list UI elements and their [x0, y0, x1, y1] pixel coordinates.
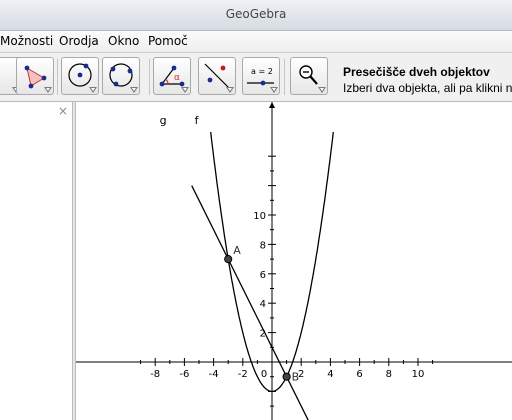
- menu-window[interactable]: Okno: [108, 34, 139, 48]
- x-tick-label: -4: [209, 369, 219, 380]
- function-g-line: [191, 185, 309, 420]
- x-tick-label: -8: [150, 369, 160, 380]
- chevron-down-icon: [130, 87, 138, 93]
- y-tick-label: 6: [260, 270, 266, 281]
- menu-tools[interactable]: Orodja: [59, 34, 99, 48]
- graphics-canvas[interactable]: -8 -6 -4 -2 0 2 4 6 8 10108642 gf AB: [76, 102, 512, 420]
- label-f: f: [195, 114, 200, 127]
- chevron-down-icon: [270, 87, 278, 93]
- y-tick-label: 10: [253, 211, 266, 222]
- x-tick-label: 6: [356, 369, 362, 380]
- x-tick-label: 8: [386, 369, 392, 380]
- zoom-out-tool-button[interactable]: [290, 57, 328, 95]
- polygon-tool-button[interactable]: [16, 57, 54, 95]
- algebra-view: [0, 102, 72, 420]
- chevron-down-icon: [89, 87, 97, 93]
- angle-tool-button[interactable]: α: [153, 57, 191, 95]
- angle-label: α: [174, 73, 180, 83]
- menu-bar: Možnosti Orodja Okno Pomoč: [0, 31, 512, 53]
- toolbar-separator: [57, 59, 58, 95]
- x-tick-label: 0: [261, 369, 267, 380]
- toolbar-separator: [149, 59, 150, 95]
- chevron-down-icon: [226, 87, 234, 93]
- title-bar: GeoGebra: [0, 0, 512, 31]
- reflect-line-tool-button[interactable]: [198, 57, 236, 95]
- chevron-down-icon: [318, 87, 326, 93]
- window-title: GeoGebra: [225, 7, 287, 21]
- points: AB: [224, 244, 300, 384]
- close-icon[interactable]: ×: [58, 104, 68, 118]
- menu-options[interactable]: Možnosti: [0, 34, 53, 48]
- circle-three-points-tool-button[interactable]: [102, 57, 140, 95]
- point-A: [224, 255, 233, 264]
- circle-center-point-tool-button[interactable]: [61, 57, 99, 95]
- point-B: [282, 372, 291, 381]
- x-tick-label: -2: [238, 369, 248, 380]
- x-tick-label: 4: [327, 369, 333, 380]
- point-label-B: B: [292, 371, 300, 384]
- y-axis-arrow: [269, 102, 275, 108]
- menu-help[interactable]: Pomoč: [148, 34, 188, 48]
- graphics-view[interactable]: -8 -6 -4 -2 0 2 4 6 8 10 10 8 6 4 2 gf AB: [76, 102, 512, 420]
- label-g: g: [160, 114, 167, 127]
- x-tick-label: 10: [412, 369, 425, 380]
- x-tick-label: -6: [179, 369, 189, 380]
- slider-tool-button[interactable]: a = 2: [242, 57, 280, 95]
- tool-help-text[interactable]: Izberi dva objekta, ali pa klikni n: [343, 81, 512, 95]
- toolbar-separator: [284, 59, 285, 95]
- y-tick-label: 8: [260, 240, 266, 251]
- chevron-down-icon: [181, 87, 189, 93]
- tool-help-title: Presečišče dveh objektov: [343, 65, 490, 79]
- slider-label: a = 2: [251, 67, 273, 76]
- point-label-A: A: [233, 244, 241, 257]
- chevron-down-icon: [44, 87, 52, 93]
- y-tick-label: 4: [260, 299, 266, 310]
